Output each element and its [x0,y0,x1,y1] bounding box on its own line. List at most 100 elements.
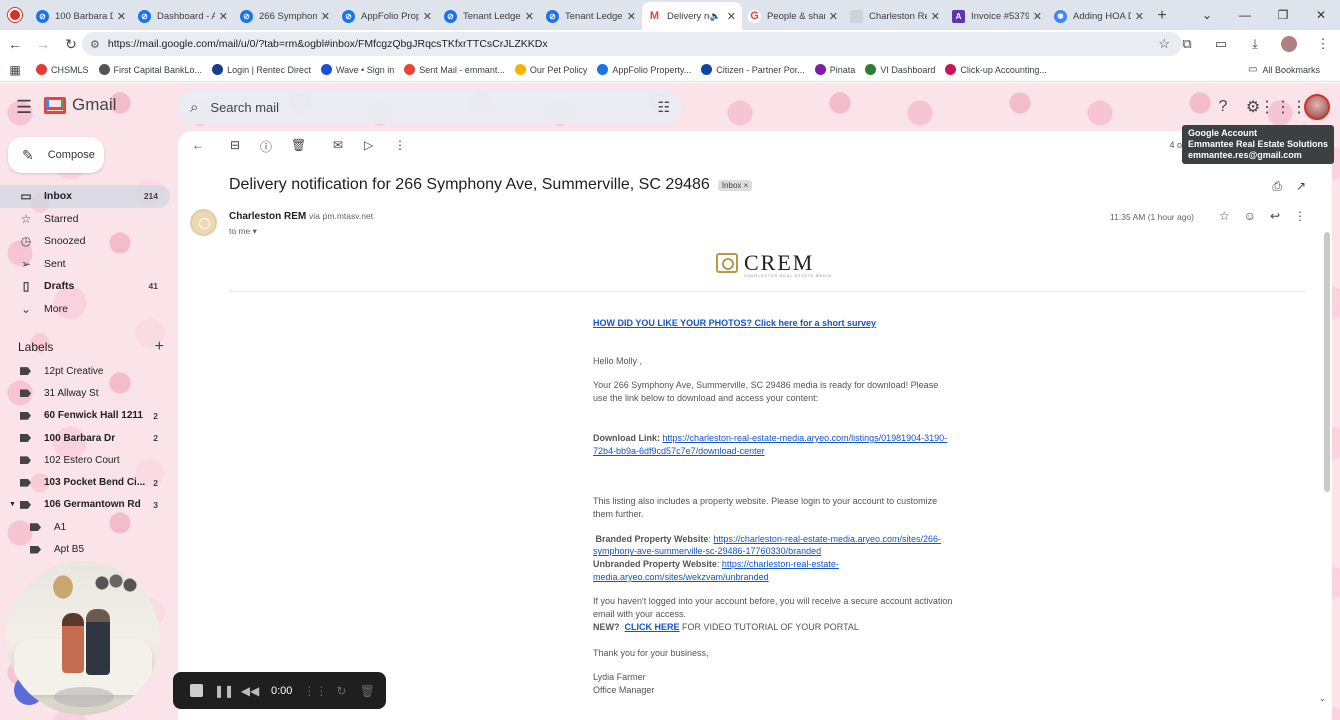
nav-item-snoozed[interactable]: ◷ Snoozed [0,230,170,253]
bookmark-item[interactable]: Sent Mail - emmant... [404,64,505,75]
back-to-inbox-icon[interactable]: ← [192,138,204,152]
scrollbar[interactable] [1324,232,1330,492]
site-info-icon[interactable]: ⚙ [90,38,100,51]
label-item[interactable]: 102 Estero Court [0,449,170,471]
apps-grid-icon[interactable]: ▦ [0,63,30,77]
bookmark-star-icon[interactable]: ☆ [1158,36,1170,52]
browser-tab[interactable]: ⊘ 266 Symphony ✕ [234,2,336,30]
close-tab-icon[interactable]: ✕ [627,10,636,23]
kebab-menu-icon[interactable]: ⋮ [1306,36,1340,52]
browser-tab[interactable]: ✱ Adding HOA D ✕ [1048,2,1150,30]
reload-button[interactable]: ↻ [58,31,84,57]
speaker-icon[interactable]: 🔈 [710,11,721,22]
move-to-icon[interactable]: ▷ [364,138,373,152]
download-icon[interactable]: ⤓ [1238,36,1272,52]
browser-tab[interactable]: A Invoice #5379 ✕ [946,2,1048,30]
nav-item-more[interactable]: ⌄ More [0,298,170,321]
report-spam-icon[interactable]: ⓘ [260,138,272,155]
browser-tab[interactable]: G People & shar ✕ [742,2,844,30]
search-options-icon[interactable]: ☷ [657,99,670,116]
back-button[interactable]: ← [2,31,28,57]
browser-tab[interactable]: ⊘ AppFolio Prop ✕ [336,2,438,30]
label-item[interactable]: ▼ 106 Germantown Rd 3 [0,494,170,516]
click-here-link[interactable]: CLICK HERE [625,622,680,632]
close-tab-icon[interactable]: ✕ [1135,10,1144,23]
print-icon[interactable]: ⎙ [1272,179,1282,194]
bookmark-item[interactable]: Click-up Accounting... [945,64,1047,75]
scroll-down-icon[interactable]: ⌄ [1318,693,1326,704]
search-bar[interactable]: ⌕ Search mail ☷ [178,90,682,124]
nav-item-drafts[interactable]: ▯ Drafts 41 [0,275,170,298]
label-item[interactable]: 12pt Creative [0,360,170,382]
close-tab-icon[interactable]: ✕ [727,10,736,23]
inbox-label-chip[interactable]: Inbox × [717,179,753,191]
nav-item-sent[interactable]: ➢ Sent [0,253,170,276]
delete-icon[interactable]: 🗑 [291,138,306,152]
close-tab-icon[interactable]: ✕ [219,10,228,23]
close-tab-icon[interactable]: ✕ [931,10,940,23]
pause-icon[interactable]: ❚❚ [211,684,237,698]
label-item[interactable]: Apt B5 [0,538,170,560]
mark-unread-icon[interactable]: ✉ [333,138,343,152]
bookmark-item[interactable]: Pinata [814,64,855,75]
browser-tab[interactable]: ⊘ Tenant Ledger ✕ [438,2,540,30]
bookmark-item[interactable]: Citizen - Partner Por... [701,64,805,75]
close-tab-icon[interactable]: ✕ [321,10,330,23]
chevron-down-icon[interactable]: ⌄ [1188,0,1226,30]
gmail-logo[interactable]: Gmail [44,95,116,115]
close-window-button[interactable]: ✕ [1302,0,1340,30]
message-more-icon[interactable]: ⋮ [1294,209,1306,223]
minimize-button[interactable]: — [1226,0,1264,30]
extensions-icon[interactable]: ⧉ [1170,36,1204,52]
bookmark-item[interactable]: Login | Rentec Direct [212,64,311,75]
nav-item-starred[interactable]: ☆ Starred [0,208,170,231]
close-tab-icon[interactable]: ✕ [423,10,432,23]
bookmark-item[interactable]: Our Pet Policy [514,64,587,75]
cast-icon[interactable]: ▭ [1204,36,1238,52]
open-new-window-icon[interactable]: ↗ [1296,179,1306,194]
search-icon[interactable]: ⌕ [190,99,198,116]
emoji-react-icon[interactable]: ☺ [1244,209,1256,223]
recipient-line[interactable]: to me ▾ [229,226,257,237]
compose-button[interactable]: ✎ Compose [8,137,104,173]
more-options-icon[interactable]: ⋮ [394,138,406,152]
sender-name[interactable]: Charleston REM [229,211,306,222]
profile-avatar[interactable] [1281,36,1297,52]
remove-label-icon[interactable]: × [744,181,749,190]
bookmark-item[interactable]: VI Dashboard [865,64,935,75]
stop-recording-button[interactable] [190,684,203,697]
archive-icon[interactable]: ⊟ [230,138,240,152]
caret-down-icon[interactable]: ▼ [9,501,16,508]
help-icon[interactable]: ? [1208,93,1238,121]
grid-icon[interactable]: ⋮⋮ [302,684,328,698]
label-item[interactable]: A1 [0,516,170,538]
forward-button[interactable]: → [30,31,56,57]
label-item[interactable]: 100 Barbara Dr 2 [0,427,170,449]
account-avatar[interactable] [1304,94,1330,120]
search-input[interactable]: Search mail [210,100,279,115]
all-bookmarks[interactable]: ▭ All Bookmarks [1248,64,1320,75]
label-item[interactable]: 31 Allway St [0,382,170,404]
main-menu-icon[interactable]: ☰ [16,97,32,118]
bookmark-item[interactable]: AppFolio Property... [597,64,691,75]
star-icon[interactable]: ☆ [1219,209,1230,223]
discard-icon[interactable]: 🗑 [354,684,380,698]
restore-button[interactable]: ❐ [1264,0,1302,30]
browser-tab[interactable]: ⊘ 100 Barbara Dr ✕ [30,2,132,30]
google-apps-icon[interactable]: ⋮⋮⋮ [1259,93,1307,121]
browser-tab[interactable]: ⊘ Tenant Ledger ✕ [540,2,642,30]
label-item[interactable]: 60 Fenwick Hall 1211 2 [0,405,170,427]
bookmark-item[interactable]: First Capital BankLo... [98,64,202,75]
label-item[interactable]: 103 Pocket Bend Ci... 2 [0,471,170,493]
rewind-icon[interactable]: ◀◀ [237,684,263,698]
browser-tab[interactable]: Charleston Re ✕ [844,2,946,30]
new-tab-button[interactable]: + [1150,2,1174,30]
close-tab-icon[interactable]: ✕ [829,10,838,23]
browser-tab[interactable]: ⊘ Dashboard - A ✕ [132,2,234,30]
restart-icon[interactable]: ↻ [328,684,354,698]
survey-link[interactable]: HOW DID YOU LIKE YOUR PHOTOS? Click here… [593,318,876,328]
nav-item-inbox[interactable]: ▭ Inbox 214 [0,185,170,208]
bookmark-item[interactable]: Wave • Sign in [320,64,394,75]
bookmark-item[interactable]: CHSMLS [36,64,89,75]
sender-avatar[interactable] [190,209,217,236]
